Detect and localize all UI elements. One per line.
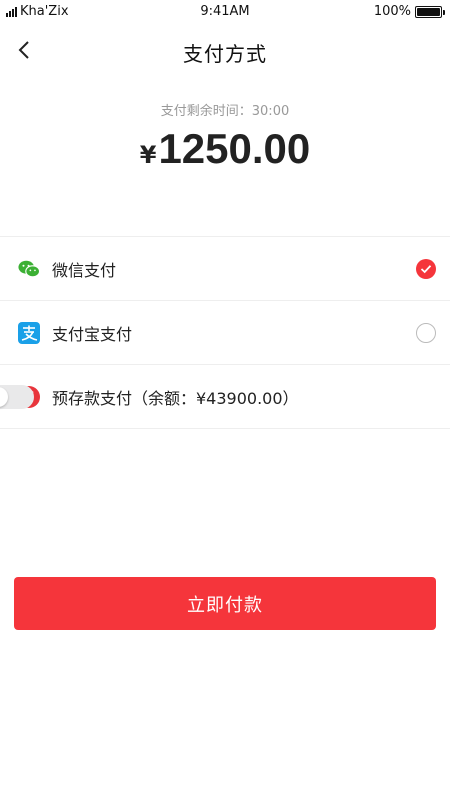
toggle-knob [0, 386, 8, 407]
method-label: 预存款支付（余额：¥43900.00） [52, 388, 299, 408]
countdown-value: 30:00 [251, 104, 290, 119]
radio-unselected-icon[interactable] [416, 322, 436, 343]
status-right: 100% [373, 4, 445, 19]
amount-section: 支付剩余时间：30:00 ¥ 1250.00 [0, 100, 450, 173]
nav-bar: 支付方式 [0, 28, 450, 74]
method-alipay[interactable]: 支付宝支付 [0, 301, 450, 365]
currency-symbol: ¥ [139, 141, 157, 169]
countdown: 支付剩余时间：30:00 [0, 100, 450, 119]
method-wechat[interactable]: 微信支付 [0, 237, 450, 301]
status-bar: Kha'Zix 9:41AM 100% [0, 0, 450, 24]
method-label: 支付宝支付 [52, 324, 133, 344]
alipay-icon [18, 322, 40, 344]
method-label: 微信支付 [52, 260, 117, 280]
payment-methods: 微信支付 支付宝支付 预存款支付（余额：¥43900.00） [0, 236, 450, 429]
check-selected-icon[interactable] [416, 258, 436, 279]
prepaid-toggle[interactable] [0, 384, 34, 409]
wechat-icon [18, 258, 40, 280]
countdown-label: 支付剩余时间： [160, 104, 252, 119]
amount-value: 1250.00 [158, 125, 311, 172]
method-prepaid[interactable]: 预存款支付（余额：¥43900.00） [0, 365, 450, 429]
page-title: 支付方式 [183, 42, 267, 66]
pay-now-button[interactable]: 立即付款 [14, 577, 436, 630]
battery-icon [415, 5, 445, 18]
payment-amount: ¥ 1250.00 [0, 125, 450, 173]
battery-percent: 100% [373, 4, 411, 19]
